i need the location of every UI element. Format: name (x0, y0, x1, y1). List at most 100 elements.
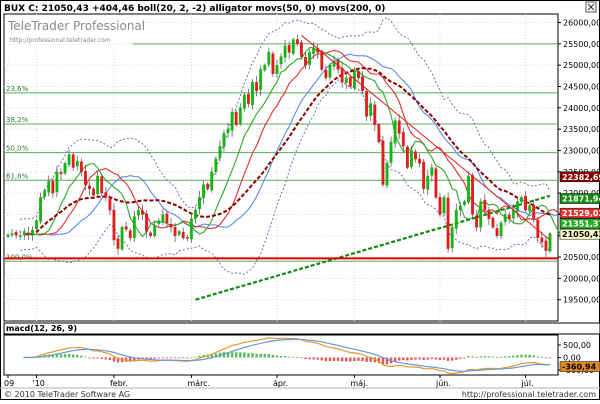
macd-histogram-bar (365, 357, 368, 362)
candle-body (149, 232, 153, 236)
candle-body (458, 205, 462, 211)
stock-chart: BUX C: 21050,43 +404,46 boll(20, 2, -2) … (0, 0, 600, 400)
candle-body (67, 154, 71, 165)
macd-histogram-bar (345, 357, 348, 362)
candle-body (189, 218, 193, 240)
candle-body (255, 82, 259, 91)
candle-body (361, 76, 364, 91)
macd-histogram-bar (312, 357, 315, 360)
candle-body (393, 120, 397, 144)
macd-histogram-bar (459, 357, 462, 359)
candle-body (222, 133, 226, 148)
macd-histogram-bar (304, 357, 307, 360)
candle-body (206, 183, 210, 190)
candle-body (108, 198, 112, 211)
x-tick-label: 09 (4, 379, 14, 388)
candle-body (112, 209, 116, 241)
candle-body (22, 231, 26, 236)
macd-histogram-bar (324, 357, 328, 362)
candle-body (487, 210, 491, 219)
fib-label: 61,8% (6, 172, 29, 180)
watermark-logo: TeleTrader Professional http://professio… (5, 15, 145, 49)
footer-url[interactable]: http://professional.teletrader.com (462, 390, 596, 399)
candle-body (116, 238, 120, 249)
macd-label: macd(12, 26, 9) (6, 324, 77, 333)
candle-body (401, 131, 405, 147)
candle-body (181, 231, 185, 239)
macd-histogram-bar (190, 357, 193, 359)
macd-histogram-bar (247, 352, 250, 358)
candle-body (479, 201, 483, 228)
macd-histogram-bar (467, 356, 470, 358)
candle-body (483, 200, 487, 211)
macd-histogram-bar (442, 357, 446, 360)
candle-body (39, 197, 43, 222)
candle-body (234, 111, 238, 126)
macd-histogram-bar (287, 356, 291, 358)
macd-histogram-bar (512, 355, 515, 358)
price-label-text: 21529,02 (562, 209, 600, 218)
macd-histogram-bar (271, 354, 275, 358)
candle-body (495, 228, 499, 236)
x-tick-label: jún. (435, 379, 451, 388)
candle-body (263, 64, 267, 71)
macd-histogram-bar (112, 357, 116, 362)
candle-body (507, 214, 511, 219)
macd-histogram-bar (328, 357, 332, 362)
candle-body (51, 180, 55, 194)
candle-body (389, 141, 393, 163)
candle-body (324, 69, 328, 79)
candle-body (31, 229, 34, 235)
candle-body (169, 224, 173, 228)
x-tick-label: máj. (350, 379, 367, 388)
candle-body (369, 103, 373, 116)
candle-body (120, 226, 124, 250)
macd-histogram-bar (536, 356, 539, 358)
candle-body (275, 64, 279, 74)
candle-body (92, 188, 96, 196)
macd-histogram-bar (422, 357, 425, 360)
candle-body (418, 158, 422, 164)
price-label-text: 21050,43 (562, 230, 600, 239)
candle-body (471, 175, 474, 215)
macd-histogram-bar (483, 356, 487, 358)
macd-histogram-bar (194, 356, 197, 358)
candle-body (312, 47, 316, 54)
macd-histogram-bar (267, 353, 271, 358)
candle-body (145, 213, 148, 232)
macd-histogram-bar (173, 357, 177, 359)
candle-body (357, 71, 360, 79)
candle-body (173, 226, 177, 236)
y-tick-label: 24000,00 (563, 104, 600, 113)
macd-histogram-bar (414, 357, 417, 360)
macd-histogram-bar (357, 357, 360, 361)
candle-body (515, 201, 519, 212)
macd-histogram-bar (59, 354, 63, 358)
candle-body (422, 161, 426, 190)
macd-histogram-bar (169, 357, 173, 359)
candle-body (304, 57, 307, 66)
macd-histogram-bar (430, 357, 434, 360)
macd-histogram-bar (491, 356, 495, 358)
close-icon[interactable] (585, 1, 597, 13)
y-tick-label: 25500,00 (563, 40, 600, 49)
candle-body (430, 167, 434, 176)
candle-body (287, 45, 291, 53)
macd-histogram-bar (239, 352, 242, 358)
macd-histogram-bar (532, 355, 535, 358)
macd-histogram-bar (524, 354, 527, 358)
macd-histogram-bar (234, 352, 238, 358)
macd-histogram-bar (292, 356, 295, 358)
candle-body (462, 201, 466, 205)
macd-title-bar (3, 322, 600, 335)
candle-body (63, 163, 67, 174)
candle-body (548, 233, 552, 252)
candle-body (450, 226, 454, 249)
y-tick-label: 25000,00 (563, 61, 600, 70)
candle-body (35, 220, 38, 230)
watermark-brand: TeleTrader Professional (7, 19, 145, 33)
candle-body (414, 151, 417, 160)
macd-histogram-bar (499, 356, 503, 358)
candle-body (373, 104, 377, 126)
candle-body (299, 42, 303, 57)
